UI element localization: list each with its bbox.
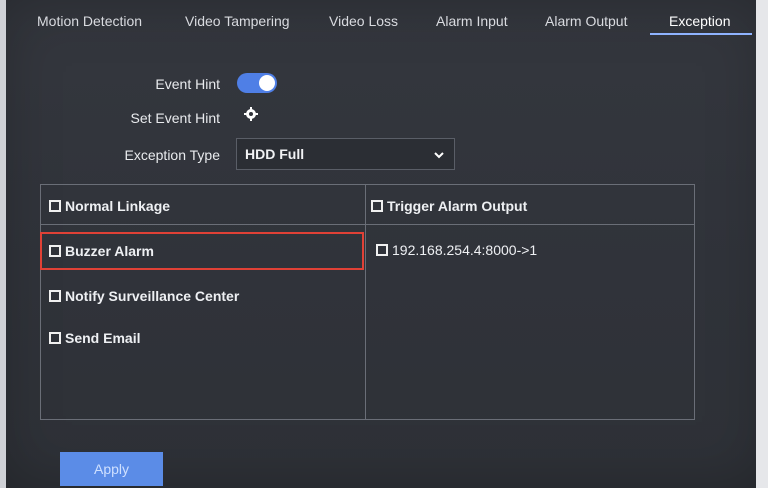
send-email-item[interactable]: Send Email [49,330,140,346]
normal-linkage-checkbox[interactable] [49,200,61,212]
apply-button[interactable]: Apply [60,452,163,486]
trigger-alarm-output-label: Trigger Alarm Output [387,198,528,214]
tab-video-loss[interactable]: Video Loss [329,13,398,29]
linkage-divider-horizontal [40,224,695,225]
set-event-hint-label: Set Event Hint [130,110,221,126]
alarm-output-item[interactable]: 192.168.254.4:8000->1 [376,242,537,258]
send-email-checkbox[interactable] [49,332,61,344]
screen: Motion Detection Video Tampering Video L… [0,0,768,488]
exception-type-select[interactable]: HDD Full [236,138,455,170]
toggle-knob [259,75,275,91]
tab-bar: Motion Detection Video Tampering Video L… [0,0,756,40]
exception-type-value: HDD Full [245,146,305,162]
tab-alarm-output[interactable]: Alarm Output [545,13,627,29]
tab-exception[interactable]: Exception [669,13,730,29]
buzzer-alarm-checkbox[interactable] [49,245,61,257]
alarm-output-label: 192.168.254.4:8000->1 [392,242,538,258]
trigger-alarm-output-header[interactable]: Trigger Alarm Output [371,198,527,214]
event-hint-toggle[interactable] [237,73,277,93]
notify-surveillance-center-label: Notify Surveillance Center [65,288,240,304]
bezel-left [0,0,6,488]
tab-motion-detection[interactable]: Motion Detection [37,13,142,29]
tab-video-tampering[interactable]: Video Tampering [185,13,290,29]
send-email-label: Send Email [65,330,141,346]
trigger-alarm-output-checkbox[interactable] [371,200,383,212]
event-hint-label: Event Hint [155,76,220,92]
normal-linkage-header[interactable]: Normal Linkage [49,198,170,214]
gear-icon[interactable] [244,107,258,121]
normal-linkage-label: Normal Linkage [65,198,171,214]
buzzer-alarm-item[interactable]: Buzzer Alarm [49,243,154,259]
tab-alarm-input[interactable]: Alarm Input [436,13,508,29]
notify-surveillance-center-checkbox[interactable] [49,290,61,302]
active-tab-indicator [650,33,752,35]
alarm-output-checkbox[interactable] [376,244,388,256]
bezel-right [756,0,768,488]
linkage-divider-vertical [365,184,366,420]
exception-type-label: Exception Type [124,147,220,163]
notify-surveillance-center-item[interactable]: Notify Surveillance Center [49,288,239,304]
chevron-down-icon [434,152,444,159]
buzzer-alarm-label: Buzzer Alarm [65,243,154,259]
